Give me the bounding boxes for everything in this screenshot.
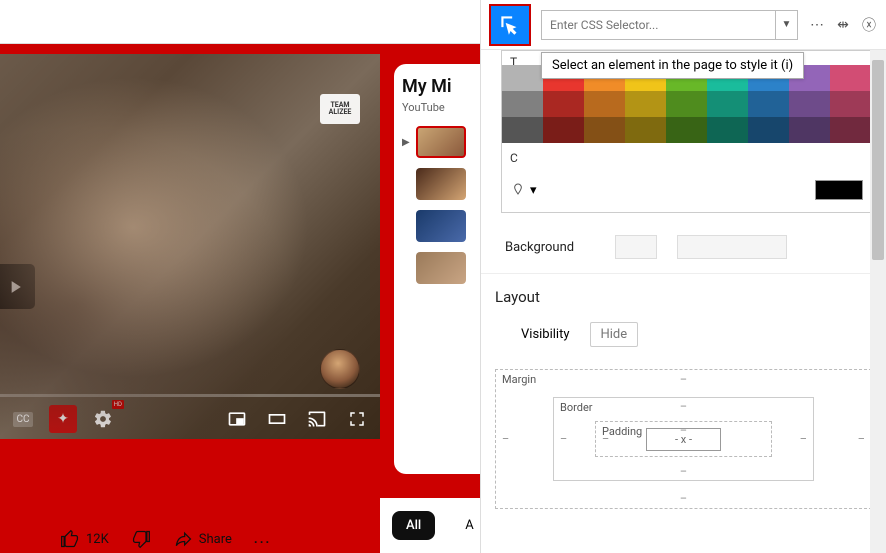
- theater-button[interactable]: [262, 404, 292, 434]
- video-frame[interactable]: TEAM ALIZEE CC ✦: [0, 54, 380, 439]
- playlist-item[interactable]: ▶: [402, 126, 476, 158]
- color-swatch[interactable]: [625, 117, 666, 143]
- video-watermark: TEAM ALIZEE: [320, 94, 360, 124]
- color-swatch[interactable]: [789, 117, 830, 143]
- eyedropper-button[interactable]: ▾: [510, 182, 537, 198]
- settings-button[interactable]: [88, 404, 118, 434]
- color-swatch[interactable]: [543, 117, 584, 143]
- video-player[interactable]: TEAM ALIZEE CC ✦: [0, 54, 380, 439]
- dislike-button[interactable]: [131, 529, 151, 549]
- hide-button[interactable]: Hide: [590, 322, 639, 347]
- color-swatch[interactable]: [830, 65, 871, 91]
- more-button[interactable]: ...: [254, 532, 271, 547]
- playlist-item[interactable]: [402, 252, 476, 284]
- color-swatch[interactable]: [666, 91, 707, 117]
- color-swatch[interactable]: [666, 117, 707, 143]
- color-swatch[interactable]: [789, 91, 830, 117]
- channel-avatar[interactable]: [320, 349, 360, 389]
- inspector-body: T C ▾ Background Layout Visibility Hide: [481, 50, 886, 553]
- background-row: Background: [481, 221, 886, 273]
- playlist-title: My Mi: [402, 76, 476, 97]
- scrollbar-thumb[interactable]: [872, 60, 884, 260]
- cc-button[interactable]: CC: [8, 404, 38, 434]
- playlist-subtitle: YouTube: [402, 101, 476, 114]
- chevron-down-icon: ▾: [530, 183, 537, 198]
- youtube-page: TEAM ALIZEE CC ✦: [0, 44, 480, 553]
- playlist-item[interactable]: [402, 168, 476, 200]
- playlist-item[interactable]: [402, 210, 476, 242]
- chip-all[interactable]: All: [392, 511, 435, 540]
- scrollbar[interactable]: [870, 50, 886, 553]
- color-swatch[interactable]: [625, 91, 666, 117]
- progress-bar[interactable]: [0, 394, 380, 397]
- play-button[interactable]: [0, 264, 35, 309]
- color-swatch[interactable]: [502, 117, 543, 143]
- color-swatch[interactable]: [830, 117, 871, 143]
- close-icon[interactable]: ⓧ: [860, 15, 878, 35]
- devtools-inspector: ▼ ⋯ ⇹ ⓧ Select an element in the page to…: [480, 0, 886, 553]
- element-picker-button[interactable]: [489, 4, 531, 46]
- current-color-swatch[interactable]: [815, 180, 863, 200]
- color-swatch[interactable]: [748, 117, 789, 143]
- color-swatch[interactable]: [830, 91, 871, 117]
- more-options-icon[interactable]: ⋯: [808, 17, 826, 33]
- background-image-input[interactable]: [677, 235, 787, 259]
- player-controls: CC ✦: [0, 399, 380, 439]
- selector-dropdown[interactable]: ▼: [775, 11, 797, 39]
- layout-section-header: Layout: [481, 273, 886, 314]
- color-swatch[interactable]: [584, 91, 625, 117]
- dock-icon[interactable]: ⇹: [834, 17, 852, 33]
- magic-button[interactable]: ✦: [48, 404, 78, 434]
- cast-button[interactable]: [302, 404, 332, 434]
- css-selector-input-group: ▼: [541, 10, 798, 40]
- share-button[interactable]: Share: [173, 529, 232, 549]
- color-swatch[interactable]: [502, 91, 543, 117]
- color-swatch[interactable]: [584, 117, 625, 143]
- picker-tooltip: Select an element in the page to style i…: [541, 52, 804, 79]
- css-selector-input[interactable]: [542, 11, 775, 39]
- color-swatch[interactable]: [502, 65, 543, 91]
- like-button[interactable]: 12K: [60, 529, 109, 549]
- color-swatch[interactable]: [707, 91, 748, 117]
- box-model-diagram[interactable]: Margin – – – – Border – – – – Padding – …: [495, 369, 872, 509]
- fullscreen-button[interactable]: [342, 404, 372, 434]
- like-count: 12K: [86, 532, 109, 547]
- inspector-header: ▼ ⋯ ⇹ ⓧ: [481, 0, 886, 50]
- palette-tab[interactable]: C: [510, 147, 526, 169]
- visibility-label: Visibility: [521, 327, 570, 342]
- background-color-input[interactable]: [615, 235, 657, 259]
- video-actions-bar: All A: [380, 498, 480, 553]
- color-swatch[interactable]: [543, 91, 584, 117]
- color-swatch[interactable]: [707, 117, 748, 143]
- playlist-panel: My Mi YouTube ▶: [394, 64, 484, 474]
- miniplayer-button[interactable]: [222, 404, 252, 434]
- play-marker-icon: ▶: [402, 137, 412, 148]
- browser-top-bar: [0, 0, 480, 44]
- color-swatch[interactable]: [748, 91, 789, 117]
